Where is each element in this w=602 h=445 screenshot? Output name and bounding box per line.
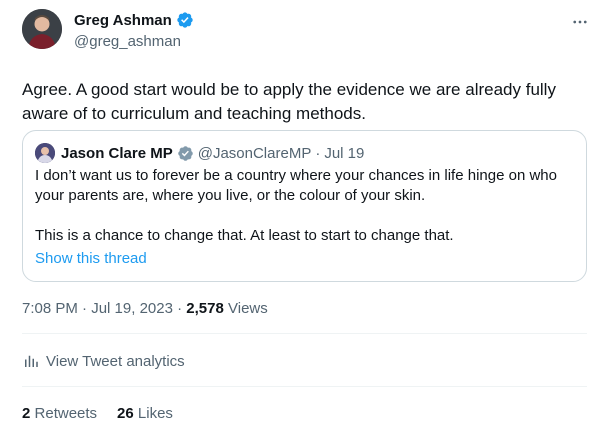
verified-badge-icon <box>176 11 194 29</box>
analytics-label: View Tweet analytics <box>46 352 185 370</box>
divider <box>22 386 587 387</box>
tweet-card: Greg Ashman @greg_ashman Agree. A good s… <box>0 0 602 445</box>
retweets-label: Retweets <box>34 405 98 422</box>
quoted-paragraph-1: I don’t want us to forever be a country … <box>35 167 557 204</box>
more-options-button[interactable] <box>568 10 592 34</box>
views-label: Views <box>228 300 268 317</box>
author-name-row[interactable]: Greg Ashman <box>74 11 194 29</box>
author-handle[interactable]: @greg_ashman <box>74 33 181 50</box>
author-name[interactable]: Greg Ashman <box>74 12 172 29</box>
tweet-date[interactable]: Jul 19, 2023 <box>91 300 173 317</box>
tweet-meta: 7:08 PM · Jul 19, 2023 · 2,578 Views <box>22 300 268 317</box>
show-thread-link[interactable]: Show this thread <box>35 250 147 267</box>
author-avatar[interactable] <box>22 9 62 49</box>
likes-stat[interactable]: 26 Likes <box>117 405 173 422</box>
quoted-tweet-text: I don’t want us to forever be a country … <box>35 166 575 246</box>
quoted-tweet-header: Jason Clare MP @JasonClareMP · Jul 19 <box>35 143 364 163</box>
divider <box>22 333 587 334</box>
meta-separator: · <box>82 300 88 317</box>
views-count: 2,578 <box>186 300 224 317</box>
avatar-photo <box>22 9 62 49</box>
likes-label: Likes <box>137 405 173 422</box>
quoted-author-name: Jason Clare MP <box>61 144 173 162</box>
quoted-tweet-card[interactable]: Jason Clare MP @JasonClareMP · Jul 19 I … <box>22 130 587 282</box>
engagement-stats: 2 Retweets 26 Likes <box>22 405 173 422</box>
retweets-count: 2 <box>22 405 31 422</box>
tweet-text: Agree. A good start would be to apply th… <box>22 80 556 123</box>
retweets-stat[interactable]: 2 Retweets <box>22 405 97 422</box>
likes-count: 26 <box>117 405 134 422</box>
meta-separator: · <box>177 300 183 317</box>
more-horizontal-icon <box>573 20 587 24</box>
tweet-time[interactable]: 7:08 PM <box>22 300 78 317</box>
quoted-author-avatar <box>35 143 55 163</box>
quoted-date: Jul 19 <box>324 144 365 162</box>
view-tweet-analytics-button[interactable]: View Tweet analytics <box>22 352 185 370</box>
quoted-verified-badge-icon <box>177 145 194 162</box>
quoted-avatar-photo <box>35 143 55 163</box>
quoted-separator: · <box>315 144 321 162</box>
quoted-paragraph-2: This is a chance to change that. At leas… <box>35 227 454 244</box>
bar-chart-icon <box>25 355 38 367</box>
quoted-author-handle: @JasonClareMP <box>197 144 312 162</box>
